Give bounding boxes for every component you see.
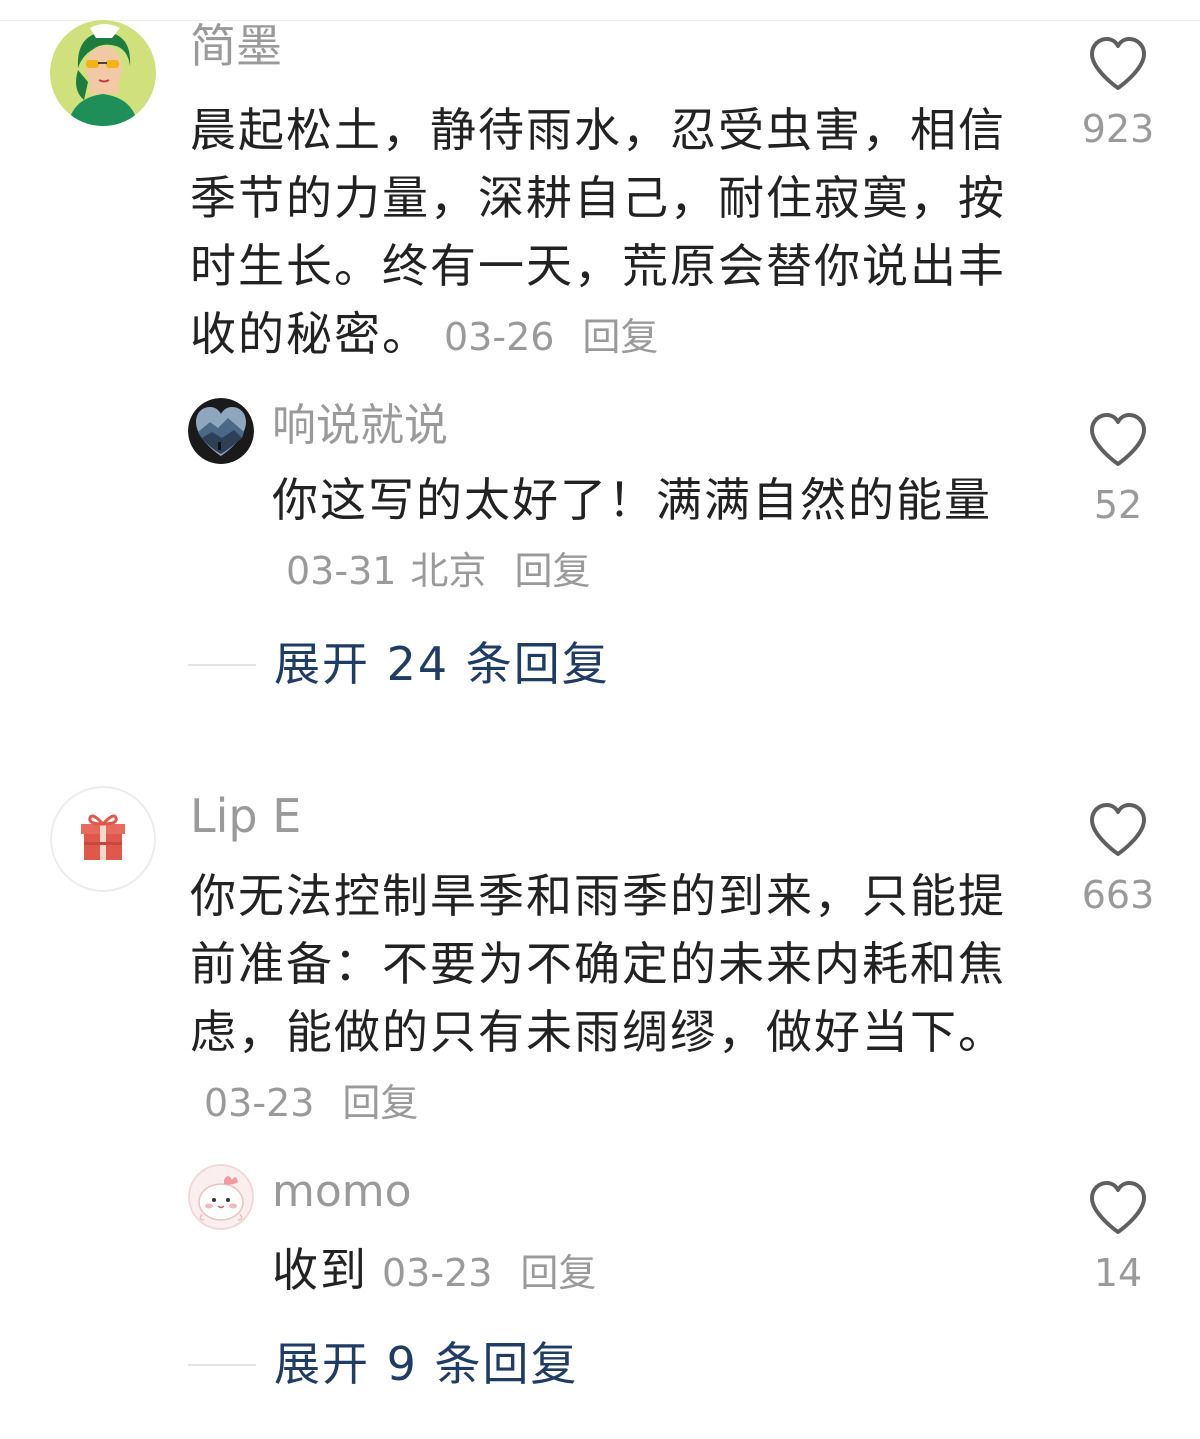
like-count: 14 bbox=[1093, 1251, 1143, 1295]
like-count: 663 bbox=[1081, 873, 1155, 917]
expand-divider bbox=[188, 1364, 256, 1366]
comment-date: 03-26 bbox=[444, 315, 555, 359]
reply-text: 你这写的太好了！满满自然的能量 03-31 北京 回复 bbox=[272, 466, 1002, 605]
heart-icon bbox=[1090, 1181, 1146, 1234]
username[interactable]: 简墨 bbox=[190, 18, 282, 74]
heart-icon bbox=[1090, 803, 1146, 856]
reply-text: 收到 03-23 回复 bbox=[272, 1236, 1002, 1307]
top-divider bbox=[0, 20, 1200, 21]
expand-replies-button[interactable]: 展开 9 条回复 bbox=[274, 1334, 579, 1394]
avatar-comment-1[interactable] bbox=[50, 20, 156, 126]
like-button[interactable]: 14 bbox=[1058, 1180, 1178, 1296]
comment-text: 晨起松土，静待雨水，忍受虫害，相信季节的力量，深耕自己，耐住寂寞，按时生长。终有… bbox=[190, 96, 1020, 371]
reply-location: 北京 bbox=[410, 549, 487, 593]
comment-list: 简墨 晨起松土，静待雨水，忍受虫害，相信季节的力量，深耕自己，耐住寂寞，按时生长… bbox=[0, 0, 1200, 1439]
reply-button[interactable]: 回复 bbox=[514, 549, 590, 593]
avatar-girl-green-hair-icon bbox=[50, 20, 156, 126]
avatar-cute-pink-creature-icon bbox=[188, 1164, 254, 1230]
reply-button[interactable]: 回复 bbox=[582, 315, 658, 359]
comment-date: 03-23 bbox=[204, 1081, 315, 1125]
like-count: 923 bbox=[1081, 107, 1155, 151]
reply-date: 03-23 bbox=[382, 1251, 493, 1295]
avatar-comment-2[interactable] bbox=[50, 786, 156, 892]
reply-username[interactable]: momo bbox=[272, 1164, 412, 1220]
like-button[interactable]: 52 bbox=[1058, 412, 1178, 528]
like-button[interactable]: 923 bbox=[1058, 36, 1178, 152]
comment-text: 你无法控制旱季和雨季的到来，只能提前准备：不要为不确定的未来内耗和焦虑，能做的只… bbox=[190, 862, 1020, 1137]
like-count: 52 bbox=[1093, 483, 1143, 527]
expand-divider bbox=[188, 664, 256, 666]
reply-body: 你这写的太好了！满满自然的能量 bbox=[272, 473, 992, 527]
avatar-reply-2[interactable] bbox=[188, 1164, 254, 1230]
comment-body: 你无法控制旱季和雨季的到来，只能提前准备：不要为不确定的未来内耗和焦虑，能做的只… bbox=[190, 869, 1006, 1059]
avatar-mountain-heart-icon bbox=[188, 398, 254, 464]
reply-button[interactable]: 回复 bbox=[342, 1081, 418, 1125]
heart-icon bbox=[1090, 413, 1146, 466]
avatar-reply-1[interactable] bbox=[188, 398, 254, 464]
like-button[interactable]: 663 bbox=[1058, 802, 1178, 918]
heart-icon bbox=[1090, 37, 1146, 90]
avatar-gift-icon bbox=[50, 786, 156, 892]
reply-body: 收到 bbox=[272, 1243, 368, 1297]
reply-button[interactable]: 回复 bbox=[520, 1251, 596, 1295]
expand-replies-button[interactable]: 展开 24 条回复 bbox=[274, 634, 610, 694]
username[interactable]: Lip E bbox=[190, 788, 301, 844]
reply-username[interactable]: 响说就说 bbox=[272, 398, 448, 454]
reply-date: 03-31 bbox=[286, 549, 397, 593]
